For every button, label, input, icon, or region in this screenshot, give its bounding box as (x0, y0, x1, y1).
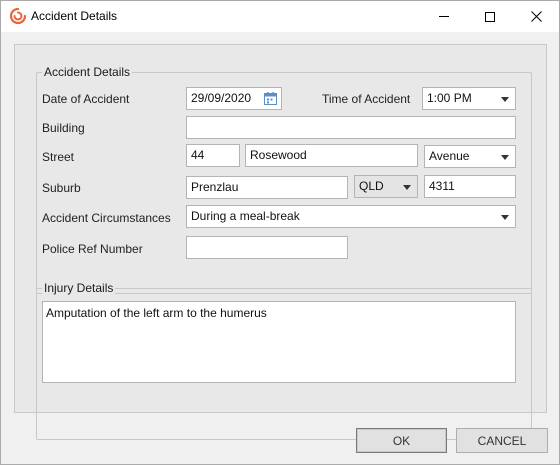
street-name-input[interactable]: Rosewood (245, 144, 418, 167)
street-type-value: Avenue (429, 149, 470, 163)
postcode-input[interactable]: 4311 (424, 175, 516, 198)
minimize-button[interactable] (421, 1, 467, 32)
street-number-input[interactable]: 44 (186, 144, 240, 167)
cancel-button[interactable]: CANCEL (456, 428, 548, 453)
calendar-icon[interactable] (263, 91, 278, 106)
chevron-down-icon (501, 215, 509, 220)
chevron-down-icon (403, 185, 411, 190)
close-button[interactable] (513, 1, 559, 32)
accident-details-legend: Accident Details (42, 65, 133, 79)
time-of-accident-select[interactable]: 1:00 PM (422, 87, 516, 110)
date-of-accident-label: Date of Accident (42, 92, 130, 106)
police-ref-label: Police Ref Number (42, 242, 143, 256)
accident-circumstances-label: Accident Circumstances (42, 211, 171, 225)
street-type-select[interactable]: Avenue (424, 145, 516, 168)
injury-details-value: Amputation of the left arm to the humeru… (46, 306, 267, 320)
suburb-label: Suburb (42, 181, 81, 195)
state-value: QLD (359, 179, 384, 193)
chevron-down-icon (501, 97, 509, 102)
street-name-value: Rosewood (250, 148, 307, 162)
building-label: Building (42, 121, 85, 135)
title-bar[interactable]: Accident Details (1, 1, 559, 32)
minimize-icon (439, 16, 449, 17)
chevron-down-icon (501, 155, 509, 160)
accident-circumstances-select[interactable]: During a meal-break (186, 205, 516, 228)
swirl-logo-icon (9, 7, 27, 25)
building-input[interactable] (186, 116, 516, 139)
time-of-accident-value: 1:00 PM (427, 91, 472, 105)
injury-details-textarea[interactable]: Amputation of the left arm to the humeru… (42, 301, 516, 383)
injury-details-legend: Injury Details (42, 281, 116, 295)
maximize-icon (485, 11, 495, 22)
time-of-accident-label: Time of Accident (322, 92, 411, 106)
postcode-value: 4311 (429, 179, 455, 193)
date-of-accident-value: 29/09/2020 (191, 91, 252, 105)
date-of-accident-picker[interactable]: 29/09/2020 (186, 87, 282, 110)
ok-button[interactable]: OK (356, 428, 447, 453)
dialog-window: Accident Details Accident Details Date o… (0, 0, 560, 465)
suburb-input[interactable]: Prenzlau (186, 176, 348, 199)
suburb-value: Prenzlau (191, 180, 239, 194)
window-title: Accident Details (31, 9, 118, 23)
accident-circumstances-value: During a meal-break (191, 209, 300, 223)
state-select[interactable]: QLD (354, 175, 418, 198)
content-panel: Accident Details Date of Accident 29/09/… (14, 44, 547, 440)
street-label: Street (42, 150, 75, 164)
maximize-button[interactable] (467, 1, 513, 32)
street-number-value: 44 (191, 148, 205, 162)
close-icon (530, 11, 542, 22)
police-ref-input[interactable] (186, 236, 348, 259)
